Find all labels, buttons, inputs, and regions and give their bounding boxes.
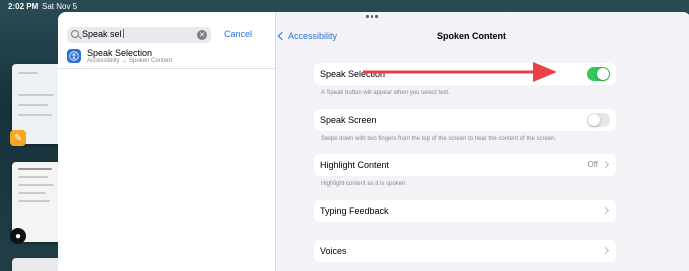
back-button[interactable]: Accessibility	[277, 31, 337, 41]
search-result-item[interactable]: Speak Selection Accessibility → Spoken C…	[58, 47, 275, 69]
back-chevron-icon	[277, 31, 287, 41]
voices-row[interactable]: Voices	[314, 240, 616, 262]
search-text[interactable]: Speak sel	[82, 29, 124, 39]
row-label: Typing Feedback	[320, 206, 389, 216]
row-value: Off	[587, 160, 598, 169]
speak-selection-toggle[interactable]	[587, 67, 610, 81]
status-time: 2:02 PM	[8, 2, 39, 11]
status-bar: 2:02 PM Sat Nov 5	[0, 0, 689, 12]
sidebar: Speak sel ✕ Cancel Speak Selection Acces…	[58, 12, 276, 271]
clear-icon[interactable]: ✕	[197, 30, 207, 40]
row-footer: Swipe down with two fingers from the top…	[321, 136, 557, 142]
chevron-right-icon	[601, 246, 610, 255]
row-footer: Highlight content as it is spoken.	[321, 181, 408, 187]
speak-screen-toggle[interactable]	[587, 113, 610, 127]
annotation-arrow	[363, 62, 557, 82]
typing-feedback-row[interactable]: Typing Feedback	[314, 200, 616, 222]
search-icon	[71, 30, 79, 38]
pages-app-icon[interactable]: ✎	[10, 130, 26, 146]
row-label: Speak Screen	[320, 115, 377, 125]
settings-window: Speak sel ✕ Cancel Speak Selection Acces…	[58, 12, 689, 271]
search-input[interactable]: Speak sel ✕	[67, 27, 211, 43]
row-label: Highlight Content	[320, 160, 390, 170]
status-date: Sat Nov 5	[42, 2, 78, 11]
chevron-right-icon	[601, 160, 610, 169]
app-thumbnail[interactable]	[12, 258, 62, 271]
accessibility-icon	[67, 49, 81, 63]
row-label: Voices	[320, 246, 347, 256]
highlight-content-row[interactable]: Highlight Content Off	[314, 154, 616, 176]
search-row: Speak sel ✕ Cancel	[67, 27, 267, 43]
cancel-button[interactable]: Cancel	[224, 29, 252, 39]
detail-pane: Accessibility Spoken Content Speak Selec…	[277, 12, 689, 271]
result-title: Speak Selection	[87, 48, 153, 58]
chevron-right-icon	[601, 206, 610, 215]
back-label: Accessibility	[288, 31, 338, 41]
result-path: Accessibility → Spoken Content	[87, 58, 173, 64]
page-title: Spoken Content	[437, 31, 506, 41]
speak-screen-row[interactable]: Speak Screen	[314, 109, 616, 131]
messages-app-icon[interactable]: ●	[10, 228, 26, 244]
row-footer: A Speak button will appear when you sele…	[321, 90, 450, 96]
